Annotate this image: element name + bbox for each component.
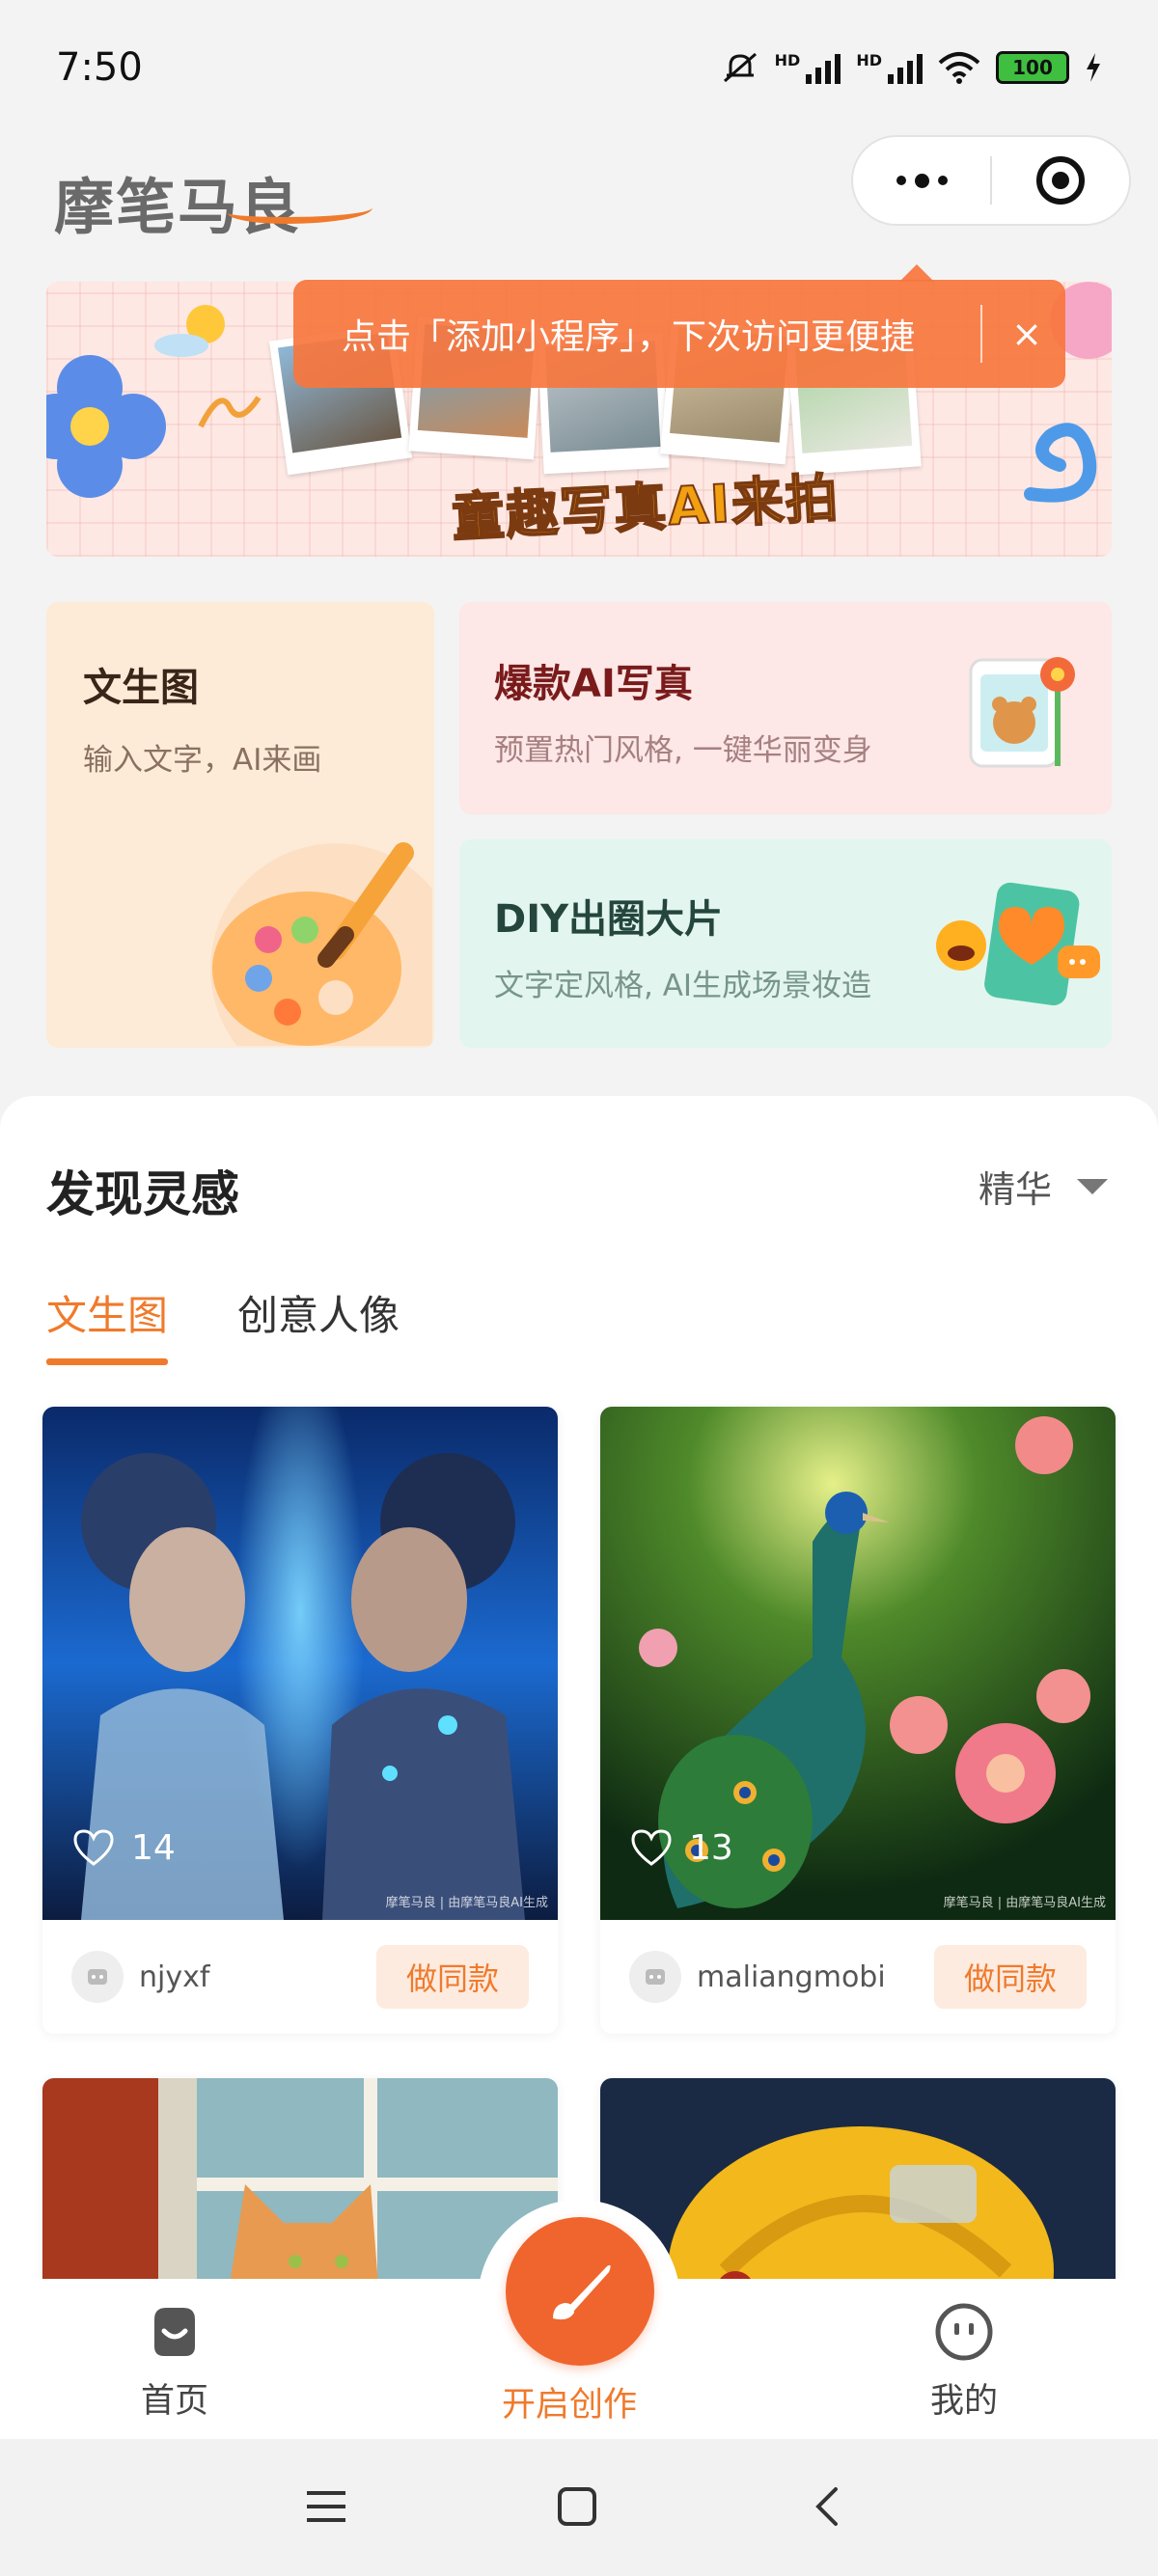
close-miniprogram-button[interactable] [992,156,1129,205]
app-logo: 摩笔马良 [54,158,372,245]
ai-photo-title: 爆款AI写真 [494,662,693,706]
home-bag-icon [154,2308,195,2356]
signal-icon-1: HD [775,51,841,84]
tooltip-text: 点击「添加小程序」，下次访问更便捷 [342,317,916,357]
tab-create-label: 开启创作 [502,2386,638,2425]
card-footer: maliangmobi 做同款 [600,1920,1116,2034]
heart-icon [73,1829,114,1866]
diy-subtitle: 文字定风格, AI生成场景妆造 [494,969,872,1003]
menu-icon[interactable] [297,2478,355,2535]
text-to-image-title: 文生图 [83,666,199,710]
system-nav-bar [0,2439,1158,2576]
text-to-image-subtitle: 输入文字，AI来画 [83,743,322,778]
likes-count: 14 [131,1827,176,1868]
mute-bell-icon [723,52,757,83]
add-miniprogram-tooltip: 点击「添加小程序」，下次访问更便捷 × [293,264,1065,388]
avatar[interactable] [71,1951,124,2003]
ai-photo-card[interactable]: 爆款AI写真 预置热门风格, 一键华丽变身 [459,602,1112,814]
more-dots-icon[interactable] [853,173,990,188]
inspiration-image-1[interactable]: 14 摩笔马良 | 由摩笔马良AI生成 [42,1407,558,1920]
watermark: 摩笔马良 | 由摩笔马良AI生成 [385,1896,548,1910]
inspiration-card-4[interactable] [600,2078,1116,2310]
signal-icon-2: HD [856,51,923,84]
inspiration-card-2[interactable]: 13 摩笔马良 | 由摩笔马良AI生成 maliangmobi 做同款 [600,1407,1116,2034]
ai-photo-subtitle: 预置热门风格, 一键华丽变身 [494,733,872,768]
make-same-button[interactable]: 做同款 [934,1945,1087,2009]
swirl-icon [1024,423,1097,503]
filter-dropdown[interactable]: 精华 [979,1160,1108,1213]
tab-home-label: 首页 [141,2382,209,2421]
palette-icon [210,842,432,1046]
smiley-icon [935,2303,993,2361]
likes-1[interactable]: 14 [71,1827,176,1868]
status-bar: 7:50 HD HD 100 [0,0,1158,135]
heart-icon [631,1829,672,1866]
chevron-down-icon [1077,1178,1108,1194]
robot-avatar-icon [646,1969,665,1985]
status-time: 7:50 [56,45,143,90]
wifi-icon [938,52,980,84]
inspiration-image-2[interactable]: 13 摩笔马良 | 由摩笔马良AI生成 [600,1407,1116,1920]
helmet-image [600,2078,1116,2310]
flower-icon [46,355,166,498]
ribbon-icon [198,396,262,428]
tab-creative-portrait[interactable]: 创意人像 [237,1283,400,1365]
back-icon[interactable] [799,2478,857,2535]
charging-icon [1087,53,1100,82]
tab-mine[interactable]: 我的 [930,2302,998,2423]
banner-title: 童趣写真AI来拍 [450,467,842,550]
make-same-button[interactable]: 做同款 [376,1945,529,2009]
card-footer: njyxf 做同款 [42,1920,558,2034]
robot-avatar-icon [88,1969,107,1985]
target-icon [1036,156,1085,205]
sun-icon [154,305,225,357]
create-fab-button[interactable] [506,2217,654,2366]
diy-card[interactable]: DIY出圈大片 文字定风格, AI生成场景妆造 [459,839,1112,1048]
filter-label: 精华 [978,1168,1052,1211]
tab-mine-label: 我的 [930,2382,999,2421]
discover-title: 发现灵感 [46,1166,239,1222]
tab-create-label-wrap[interactable]: 开启创作 [502,2377,637,2426]
watermark: 摩笔马良 | 由摩笔马良AI生成 [943,1896,1106,1910]
tooltip-close-button[interactable]: × [998,280,1056,388]
miniprogram-capsule [851,135,1131,226]
tab-text-to-image[interactable]: 文生图 [46,1283,169,1365]
app-header: 摩笔马良 [0,135,1158,260]
photo-frame-bear-icon [969,657,1075,768]
text-to-image-card[interactable]: 文生图 输入文字，AI来画 [46,602,434,1048]
diy-title: DIY出圈大片 [494,897,724,942]
tab-home[interactable]: 首页 [141,2302,208,2423]
heart-phone-icon [936,882,1100,1006]
home-square-icon[interactable] [548,2478,606,2535]
brush-icon [553,2264,611,2320]
discover-tabs: 文生图 创意人像 [46,1283,400,1365]
username[interactable]: njyxf [139,1960,376,1994]
likes-2[interactable]: 13 [629,1827,733,1868]
battery-icon: 100 [996,51,1069,84]
username[interactable]: maliangmobi [697,1960,934,1994]
status-icons: HD HD 100 [721,50,1102,85]
avatar[interactable] [629,1951,681,2003]
likes-count: 13 [689,1827,733,1868]
inspiration-card-1[interactable]: 14 摩笔马良 | 由摩笔马良AI生成 njyxf 做同款 [42,1407,558,2034]
